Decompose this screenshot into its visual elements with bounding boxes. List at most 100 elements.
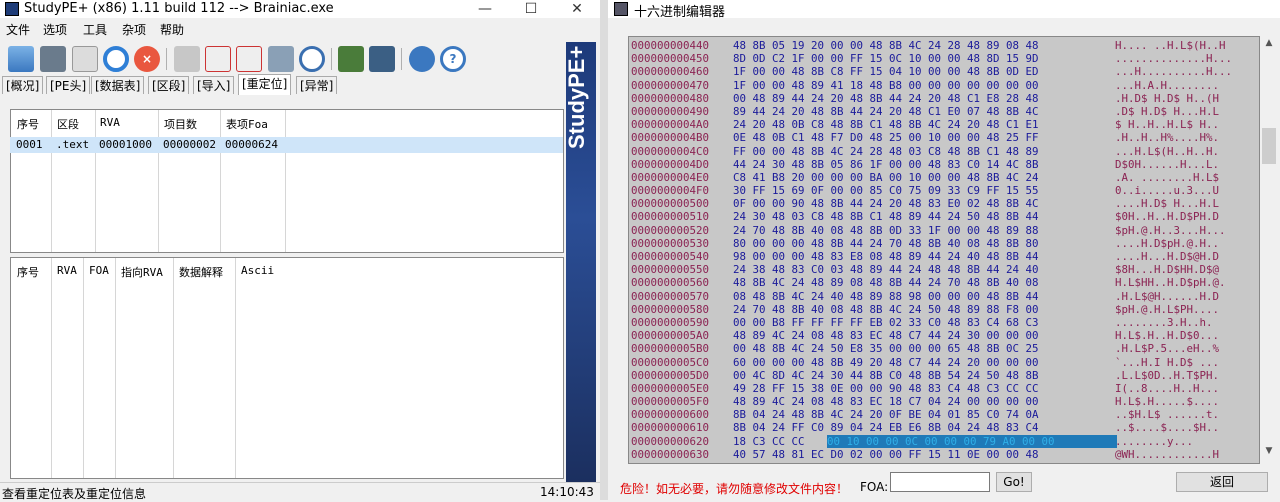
hex-bytes[interactable]: 49 28 FF 15 38 0E 00 00 90 48 83 C4 48 C…	[733, 382, 1039, 395]
go-button[interactable]: Go!	[996, 472, 1032, 492]
gear-icon[interactable]	[409, 46, 435, 72]
hex-bytes[interactable]: 24 38 48 83 C0 03 48 89 44 24 48 48 8B 4…	[733, 263, 1039, 276]
tab-data-directory[interactable]: [数据表]	[91, 76, 145, 94]
hex-row[interactable]: 0000000005D0 00 4C 8D 4C 24 30 44 8B C0 4…	[629, 369, 1259, 382]
hex-row[interactable]: 0000000005B0 00 48 8B 4C 24 50 E8 35 00 0…	[629, 342, 1259, 355]
asm-icon[interactable]	[205, 46, 231, 72]
hex-bytes[interactable]: 8B 04 24 48 8B 4C 24 20 0F BE 04 01 85 C…	[733, 408, 1039, 421]
hex-row[interactable]: 0000000004B0 0E 48 0B C1 48 F7 D0 48 25 0…	[629, 131, 1259, 144]
column-header[interactable]: 指向RVA	[121, 264, 163, 280]
tab-sections[interactable]: [区段]	[148, 76, 190, 94]
hex-bytes[interactable]: 1F 00 00 48 89 41 18 48 B8 00 00 00 00 0…	[733, 79, 1039, 92]
hex-bytes[interactable]: 08 48 8B 4C 24 40 48 89 88 98 00 00 00 4…	[733, 290, 1039, 303]
hex-bytes[interactable]: 0F 00 00 90 48 8B 44 24 20 48 83 E0 02 4…	[733, 197, 1039, 210]
hex-row[interactable]: 000000000600 8B 04 24 48 8B 4C 24 20 0F B…	[629, 408, 1259, 421]
hex-bytes[interactable]: 1F 00 00 48 8B C8 FF 15 04 10 00 00 48 8…	[733, 65, 1039, 78]
report-icon[interactable]	[72, 46, 98, 72]
menu-file[interactable]: 文件	[6, 20, 30, 40]
column-header[interactable]: RVA	[57, 264, 77, 277]
hex-row[interactable]: 0000000004F0 30 FF 15 69 0F 00 00 85 C0 7…	[629, 184, 1259, 197]
table-row[interactable]: 0001 .text 00001000 00000002 00000624	[10, 137, 563, 153]
column-header[interactable]: 表项Foa	[226, 116, 268, 132]
scroll-up-icon[interactable]: ▲	[1262, 38, 1276, 52]
hex-bytes[interactable]: 48 89 4C 24 08 48 83 EC 18 C7 04 24 00 0…	[733, 395, 1039, 408]
hex-bytes[interactable]: 00 48 89 44 24 20 48 8B 44 24 20 48 C1 E…	[733, 92, 1039, 105]
hex-row[interactable]: 0000000004C0 FF 00 00 48 8B 4C 24 28 48 0…	[629, 145, 1259, 158]
hex-row[interactable]: 000000000490 89 44 24 20 48 8B 44 24 20 4…	[629, 105, 1259, 118]
hex-bytes[interactable]: 24 30 48 03 C8 48 8B C1 48 89 44 24 50 4…	[733, 210, 1039, 223]
hex-bytes[interactable]: 44 24 30 48 8B 05 86 1F 00 00 48 83 C0 1…	[733, 158, 1039, 171]
hex-row[interactable]: 000000000540 98 00 00 00 48 83 E8 08 48 8…	[629, 250, 1259, 263]
hex-row[interactable]: 0000000005F0 48 89 4C 24 08 48 83 EC 18 C…	[629, 395, 1259, 408]
hex-row[interactable]: 0000000005C0 60 00 00 00 48 8B 49 20 48 C…	[629, 356, 1259, 369]
tab-overview[interactable]: [概况]	[2, 76, 44, 94]
hex-ascii[interactable]: H.L$.H..H.D$0...	[1115, 329, 1219, 342]
hex-bytes[interactable]: 24 70 48 8B 40 08 48 8B 0D 33 1F 00 00 4…	[733, 224, 1039, 237]
hex-row[interactable]: 000000000560 48 8B 4C 24 48 89 08 48 8B 4…	[629, 276, 1259, 289]
hex-ascii[interactable]: $ H..H..H.L$ H..	[1115, 118, 1219, 131]
column-header[interactable]: RVA	[100, 116, 120, 129]
hex-ascii[interactable]: ....H.D$ H...H.L	[1115, 197, 1219, 210]
hex-ascii[interactable]: I(..8....H..H...	[1115, 382, 1219, 395]
hex-ascii[interactable]: $pH.@.H..3...H...	[1115, 224, 1226, 237]
hex-row[interactable]: 000000000510 24 30 48 03 C8 48 8B C1 48 8…	[629, 210, 1259, 223]
hex-ascii[interactable]: .A. ........H.L$	[1115, 171, 1219, 184]
hex-bytes[interactable]: 48 8B 4C 24 48 89 08 48 8B 44 24 70 48 8…	[733, 276, 1039, 289]
hex-bytes[interactable]: 24 20 48 0B C8 48 8B C1 48 8B 4C 24 20 4…	[733, 118, 1039, 131]
hex-ascii[interactable]: D$0H......H...L.	[1115, 158, 1219, 171]
scrollbar[interactable]: ▲ ▼	[1260, 36, 1278, 464]
close-icon[interactable]: ×	[134, 46, 160, 72]
save-icon[interactable]	[40, 46, 66, 72]
menu-help[interactable]: 帮助	[160, 20, 184, 40]
hex-ascii[interactable]: ..$....$....$H..	[1115, 421, 1219, 434]
hex-ascii[interactable]: .L.L$0D..H.T$PH.	[1115, 369, 1219, 382]
hex-row[interactable]: 000000000550 24 38 48 83 C0 03 48 89 44 2…	[629, 263, 1259, 276]
refresh-icon[interactable]	[103, 46, 129, 72]
column-header[interactable]: FOA	[89, 264, 109, 277]
hex-bytes[interactable]: 00 48 8B 4C 24 50 E8 35 00 00 00 65 48 8…	[733, 342, 1039, 355]
hex-bytes[interactable]: 8D 0D C2 1F 00 00 FF 15 0C 10 00 00 48 8…	[733, 52, 1039, 65]
selected-bytes[interactable]: 00 10 00 00 0C 00 00 00 79 A0 00 00	[827, 435, 1055, 448]
hex-ascii[interactable]: H.... ..H.L$(H..H	[1115, 39, 1226, 52]
hex-ascii[interactable]: ....H...H.D$@H.D	[1115, 250, 1219, 263]
hex-row[interactable]: 000000000520 24 70 48 8B 40 08 48 8B 0D 3…	[629, 224, 1259, 237]
hex-row[interactable]: 000000000530 80 00 00 00 48 8B 44 24 70 4…	[629, 237, 1259, 250]
hex-row[interactable]: 000000000470 1F 00 00 48 89 41 18 48 B8 0…	[629, 79, 1259, 92]
hex-ascii[interactable]: ...H..........H...	[1115, 65, 1232, 78]
search-icon[interactable]	[299, 46, 325, 72]
column-header[interactable]: Ascii	[241, 264, 274, 277]
hex-row[interactable]: 000000000610 8B 04 24 FF C0 89 04 24 EB E…	[629, 421, 1259, 434]
hex-row[interactable]: 0000000004D0 44 24 30 48 8B 05 86 1F 00 0…	[629, 158, 1259, 171]
tab-exceptions[interactable]: [异常]	[296, 76, 338, 94]
image-icon[interactable]	[338, 46, 364, 72]
hex-row[interactable]: 0000000005E0 49 28 FF 15 38 0E 00 00 90 4…	[629, 382, 1259, 395]
column-header[interactable]: 区段	[57, 116, 79, 132]
hex-bytes[interactable]: FF 00 00 48 8B 4C 24 28 48 03 C8 48 8B C…	[733, 145, 1039, 158]
hex-bytes[interactable]: 80 00 00 00 48 8B 44 24 70 48 8B 40 08 4…	[733, 237, 1039, 250]
hex-row[interactable]: 000000000450 8D 0D C2 1F 00 00 FF 15 0C 1…	[629, 52, 1259, 65]
hex-ascii[interactable]: .H.L$P.5...eH..%	[1115, 342, 1219, 355]
hex-ascii[interactable]: `...H.I H.D$ ...	[1115, 356, 1219, 369]
column-header[interactable]: 项目数	[164, 116, 197, 132]
hex-bytes[interactable]: C8 41 B8 20 00 00 00 BA 00 10 00 00 48 8…	[733, 171, 1039, 184]
asm2-icon[interactable]	[236, 46, 262, 72]
hex-ascii[interactable]: ..............H...	[1115, 52, 1232, 65]
hex-bytes[interactable]: 40 57 48 81 EC D0 02 00 00 FF 15 11 0E 0…	[733, 448, 1039, 461]
hex-row[interactable]: 0000000004E0 C8 41 B8 20 00 00 00 BA 00 1…	[629, 171, 1259, 184]
column-header[interactable]: 序号	[17, 116, 39, 132]
help-icon[interactable]: ?	[440, 46, 466, 72]
hex-bytes[interactable]: 98 00 00 00 48 83 E8 08 48 89 44 24 40 4…	[733, 250, 1039, 263]
calculator-icon[interactable]	[268, 46, 294, 72]
hex-bytes[interactable]: 60 00 00 00 48 8B 49 20 48 C7 44 24 20 0…	[733, 356, 1039, 369]
hex-view[interactable]: 000000000440 48 8B 05 19 20 00 00 48 8B 4…	[628, 36, 1260, 464]
hex-row[interactable]: 0000000004A0 24 20 48 0B C8 48 8B C1 48 8…	[629, 118, 1259, 131]
scroll-thumb[interactable]	[1262, 128, 1276, 164]
hex-row[interactable]: 000000000440 48 8B 05 19 20 00 00 48 8B 4…	[629, 39, 1259, 52]
tab-imports[interactable]: [导入]	[193, 76, 235, 94]
foa-input[interactable]	[890, 472, 990, 492]
hex-bytes[interactable]: 8B 04 24 FF C0 89 04 24 EB E6 8B 04 24 4…	[733, 421, 1039, 434]
minimize-icon[interactable]: —	[462, 0, 508, 18]
hex-bytes[interactable]: 48 8B 05 19 20 00 00 48 8B 4C 24 28 48 8…	[733, 39, 1039, 52]
hex-bytes[interactable]: 48 89 4C 24 08 48 83 EC 48 C7 44 24 30 0…	[733, 329, 1039, 342]
hex-row[interactable]: 000000000500 0F 00 00 90 48 8B 44 24 20 4…	[629, 197, 1259, 210]
